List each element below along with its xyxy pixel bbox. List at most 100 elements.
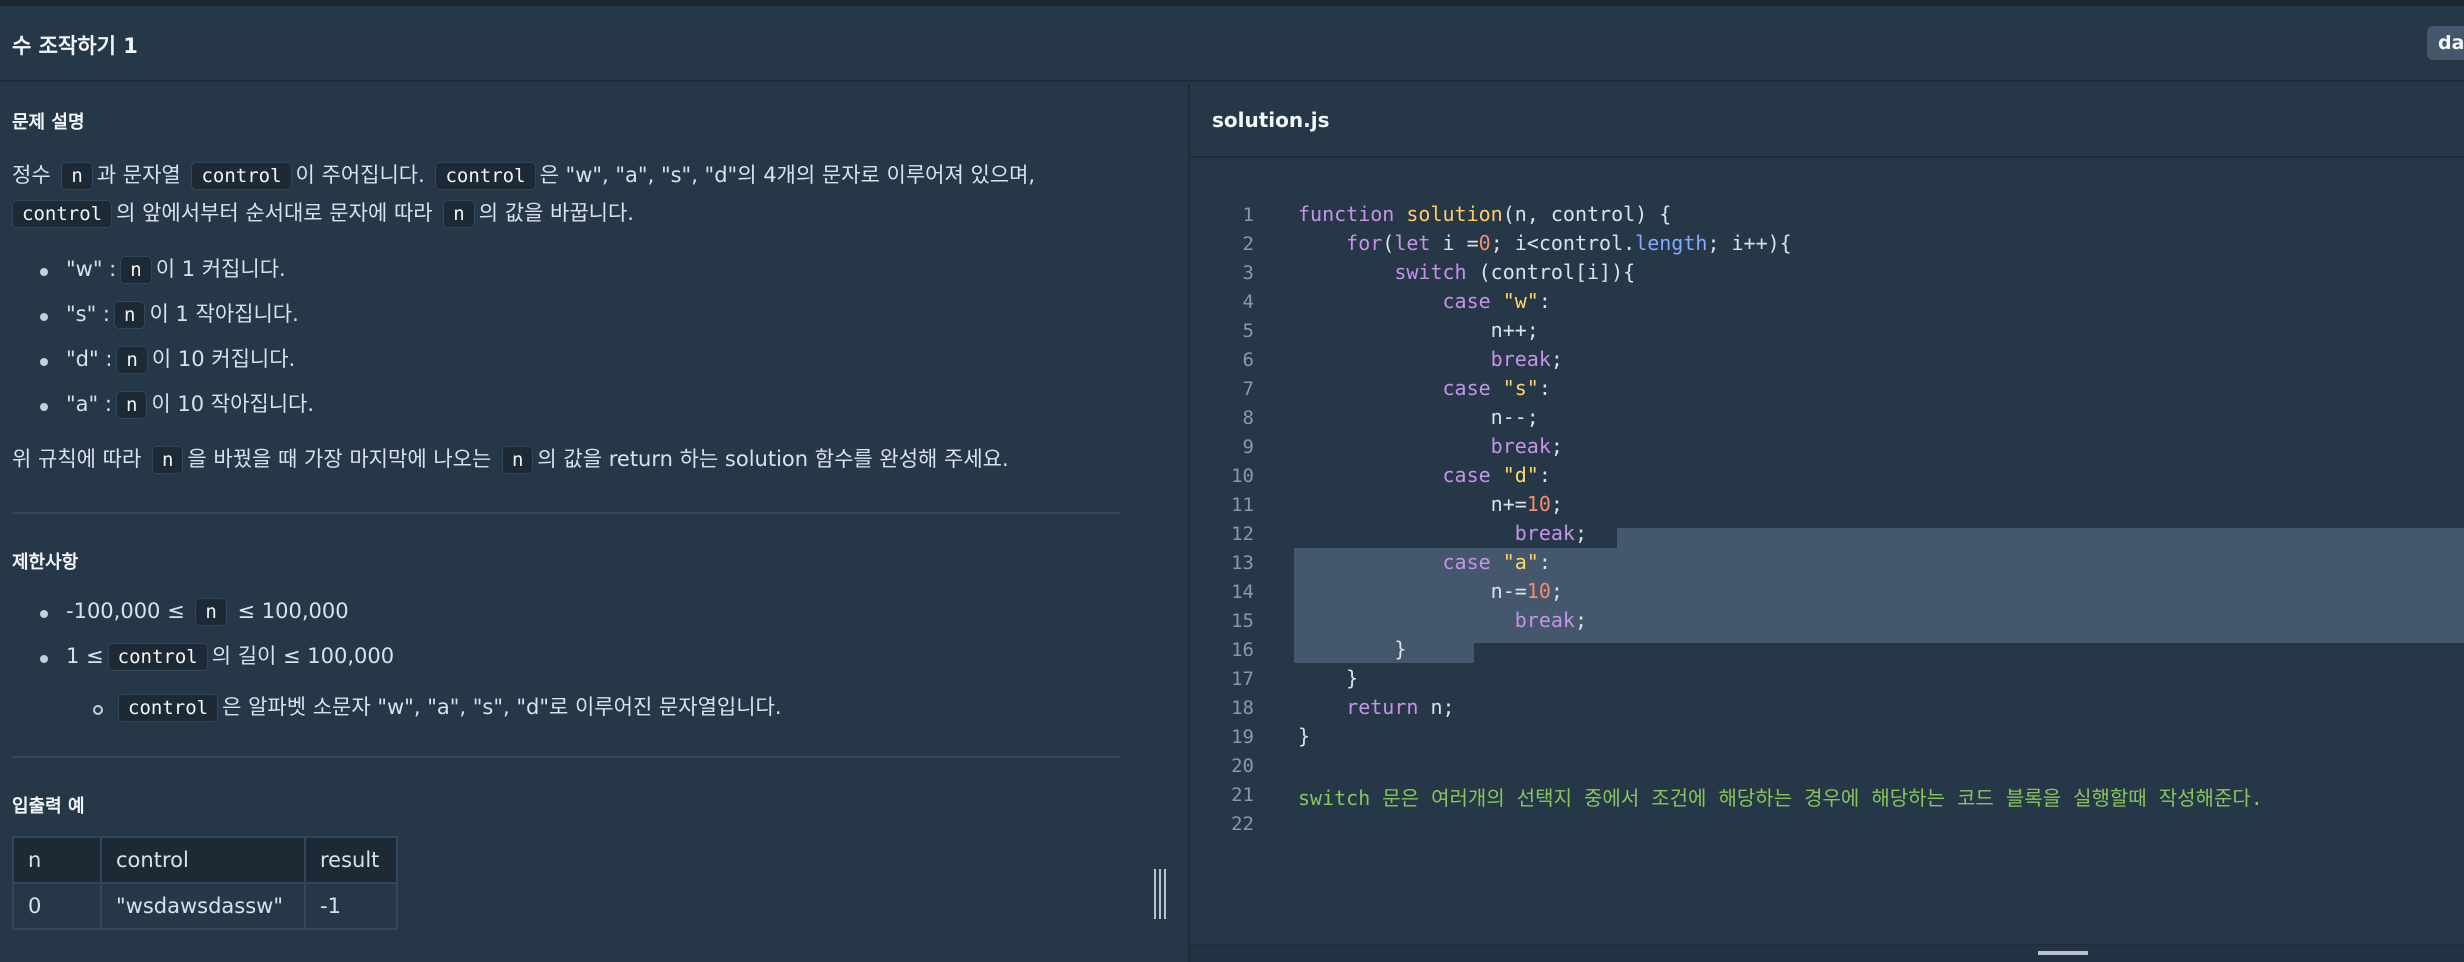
code-line: switch (control[i]){ [1394, 260, 1636, 284]
inline-code: n [115, 391, 148, 419]
line-number: 14 [1231, 581, 1254, 603]
inline-code: n [116, 346, 148, 374]
text: 이 10 커집니다. [151, 347, 296, 371]
constraint-item: -100,000 ≤ n ≤ 100,000 [66, 592, 349, 631]
line-number: 20 [1231, 755, 1254, 777]
inline-code: n [151, 446, 184, 474]
text: -100,000 ≤ [66, 599, 185, 623]
text: 은 알파벳 소문자 "w", "a", "s", "d"로 이루어진 문자열입니… [222, 695, 782, 719]
divider [12, 512, 1120, 514]
code-line: break; [1490, 347, 1563, 371]
line-number: 17 [1231, 668, 1254, 690]
text: 이 1 커집니다. [155, 257, 286, 281]
line-number: 19 [1231, 726, 1254, 748]
code-line: for(let i =0; i<control.length; i++){ [1346, 231, 1792, 255]
inline-code: control [107, 643, 208, 671]
table-cell: 0 [12, 882, 102, 930]
inline-code: control [12, 200, 113, 228]
section-title-examples: 입출력 예 [12, 796, 85, 817]
line-number: 4 [1242, 291, 1254, 313]
line-number: 13 [1231, 552, 1254, 574]
bullet [40, 268, 48, 276]
text: 의 값을 바꿉니다. [478, 201, 634, 225]
user-chip[interactable]: dan [2427, 26, 2464, 60]
text: "s" : [66, 302, 111, 326]
examples-table: n control result 0 "wsdawsdassw" -1 [12, 836, 398, 930]
inline-code: n [61, 162, 93, 190]
code-line: function solution(n, control) { [1298, 202, 1672, 226]
code-line: return n; [1346, 695, 1455, 719]
code-line: case "w": [1442, 289, 1551, 313]
inline-code: n [120, 256, 152, 284]
line-number: 11 [1231, 494, 1254, 516]
text: 을 바꿨을 때 가장 마지막에 나오는 [187, 447, 492, 471]
problem-panel: 문제 설명 정수 n과 문자열 control 이 주어집니다. control 은… [0, 84, 1190, 962]
line-number: 15 [1231, 610, 1254, 632]
code-line: case "d": [1442, 463, 1551, 487]
code-line: n-=10; [1490, 579, 1563, 603]
text: "a" : [66, 392, 112, 416]
code-line: } [1346, 666, 1359, 690]
editor-panel: solution.js 1 2 3 4 5 6 7 8 9 10 11 12 1… [1190, 84, 2464, 962]
description-line-3: 위 규칙에 따라 n을 바꿨을 때 가장 마지막에 나오는 n의 값을 retu… [12, 440, 1009, 479]
table-cell: -1 [304, 882, 398, 930]
inline-code: n [195, 598, 227, 626]
bullet [40, 358, 48, 366]
bullet [40, 610, 48, 618]
bullet [40, 313, 48, 321]
code-line: break; [1490, 434, 1563, 458]
text: 위 규칙에 따라 [12, 447, 142, 471]
text: 의 앞에서부터 순서대로 문자에 따라 [116, 201, 433, 225]
text: 1 ≤ [66, 644, 104, 668]
divider [12, 756, 1120, 758]
table-header-cell: n [12, 836, 102, 884]
line-number: 8 [1242, 407, 1254, 429]
rule-item: "a" :n이 10 작아집니다. [66, 385, 314, 424]
line-number: 10 [1231, 465, 1254, 487]
header: 수 조작하기 1 dan [0, 6, 2464, 82]
code-editor[interactable]: 1 2 3 4 5 6 7 8 9 10 11 12 13 14 15 16 1… [1190, 184, 2464, 944]
bullet [40, 403, 48, 411]
line-number: 6 [1242, 349, 1254, 371]
text: "d" : [66, 347, 113, 371]
line-number: 1 [1242, 204, 1254, 226]
selection-highlight [1617, 528, 2464, 548]
line-number: 3 [1242, 262, 1254, 284]
inline-code: n [443, 200, 475, 228]
line-number: 2 [1242, 233, 1254, 255]
text: ≤ 100,000 [237, 599, 349, 623]
description-line-2: control 의 앞에서부터 순서대로 문자에 따라 n의 값을 바꿉니다. [12, 194, 634, 233]
constraint-subitem: control 은 알파벳 소문자 "w", "a", "s", "d"로 이루어… [118, 688, 782, 727]
code-line: n+=10; [1490, 492, 1563, 516]
sub-bullet [93, 705, 103, 715]
text: "w" : [66, 257, 117, 281]
line-number: 16 [1231, 639, 1254, 661]
rule-item: "d" :n이 10 커집니다. [66, 340, 295, 379]
rule-item: "s" :n이 1 작아집니다. [66, 295, 299, 334]
file-tab-solution-js[interactable]: solution.js [1212, 108, 1330, 132]
text: 이 주어집니다. [295, 163, 425, 187]
section-title-description: 문제 설명 [12, 112, 85, 133]
resize-handle[interactable] [1154, 869, 1168, 919]
line-number: 21 [1231, 784, 1254, 806]
code-line: } [1298, 724, 1311, 748]
code-line: switch 문은 여러개의 선택지 중에서 조건에 해당하는 경우에 해당하는… [1298, 786, 2263, 810]
code-line: n++; [1490, 318, 1539, 342]
text: 정수 [12, 163, 51, 187]
text: 의 값을 return 하는 solution 함수를 완성해 주세요. [537, 447, 1009, 471]
table-cell: "wsdawsdassw" [100, 882, 306, 930]
constraint-item: 1 ≤ control 의 길이 ≤ 100,000 [66, 637, 394, 676]
inline-code: n [501, 446, 534, 474]
inline-code: control [435, 162, 536, 190]
editor-tabbar: solution.js [1190, 84, 2464, 158]
table-row: 0 "wsdawsdassw" -1 [12, 882, 398, 930]
scrollbar-thumb[interactable] [2038, 951, 2088, 955]
table-header-cell: result [304, 836, 398, 884]
code-line: n--; [1490, 405, 1539, 429]
line-number: 9 [1242, 436, 1254, 458]
horizontal-scrollbar[interactable] [1190, 944, 2464, 962]
bullet [40, 655, 48, 663]
code-line: break; [1514, 521, 1588, 545]
line-number: 5 [1242, 320, 1254, 342]
text: 이 10 작아집니다. [151, 392, 315, 416]
